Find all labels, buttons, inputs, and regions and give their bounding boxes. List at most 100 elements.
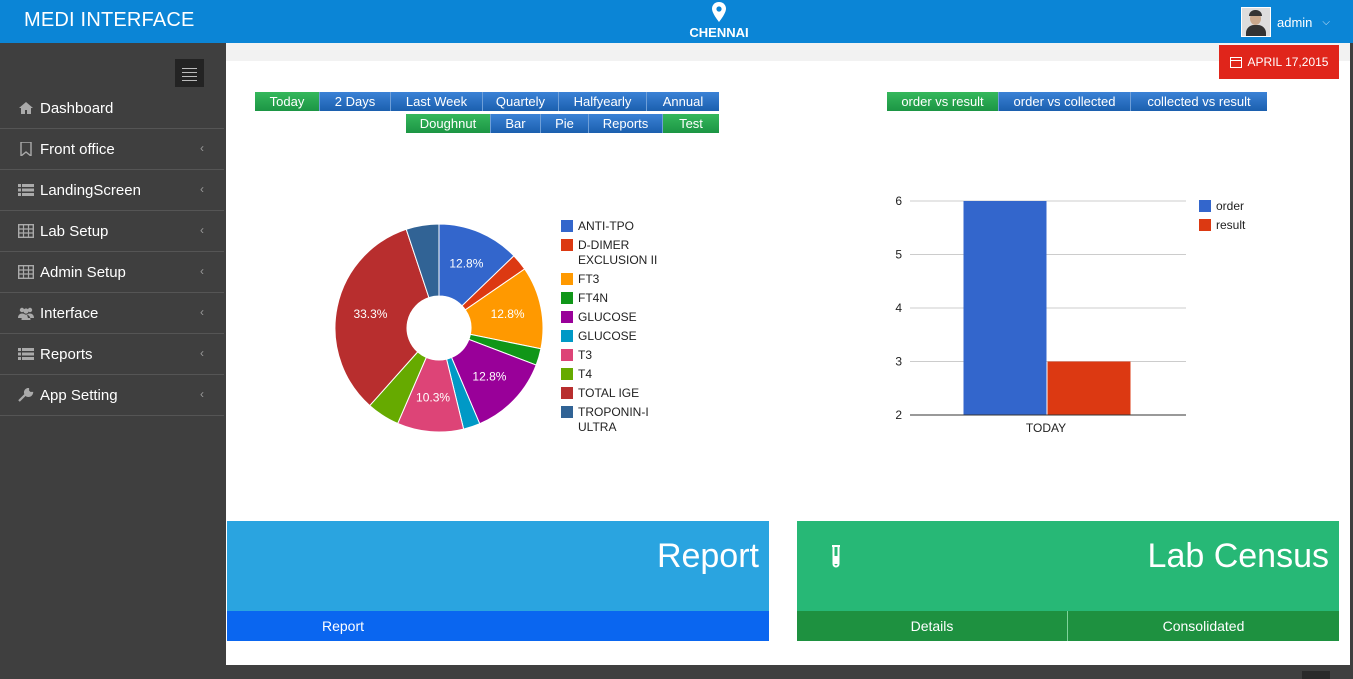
list-icon [18,348,34,360]
sidebar-item-label: Reports [40,345,93,363]
order-vs-collected-button[interactable]: order vs collected [999,92,1131,111]
sidebar-item-app-setting[interactable]: App Setting ‹ [0,375,224,416]
collected-vs-result-button[interactable]: collected vs result [1131,92,1267,111]
sidebar-item-label: Dashboard [40,99,114,117]
list-icon [18,184,34,196]
period-last-week-button[interactable]: Last Week [391,92,483,111]
legend-label: T4 [578,367,593,381]
date-text: APRIL 17,2015 [1247,55,1329,69]
slice-label: 33.3% [353,307,387,321]
calendar-icon [1229,56,1242,68]
user-menu[interactable]: admin ⌵ [1241,7,1330,37]
chevron-left-icon: ‹ [200,141,204,155]
map-pin-icon [712,2,726,22]
legend-label: result [1216,218,1246,232]
bookmark-icon [20,142,32,156]
chart-type-buttons: Doughnut Bar Pie Reports Test [406,114,719,133]
chart-bar-button[interactable]: Bar [491,114,541,133]
location-name: CHENNAI [689,25,749,40]
sidebar-nav: Dashboard Front office ‹ LandingScreen ‹… [0,88,224,416]
sidebar-item-lab-setup[interactable]: Lab Setup ‹ [0,211,224,252]
legend-swatch [1199,219,1211,231]
chevron-left-icon: ‹ [200,305,204,319]
slice-label: 12.8% [491,307,525,321]
sidebar-item-front-office[interactable]: Front office ‹ [0,129,224,170]
consolidated-link[interactable]: Consolidated [1068,611,1339,641]
menu-toggle-icon[interactable] [175,59,204,87]
chart-test-button[interactable]: Test [663,114,719,133]
avatar [1241,7,1271,37]
chart-doughnut-button[interactable]: Doughnut [406,114,491,133]
legend-label: GLUCOSE [578,310,637,324]
legend-label: TROPONIN-I ULTRA [578,405,649,434]
bar-chart: 2 3 4 5 6 TODAY [895,194,1186,435]
legend-swatch [561,273,573,285]
lab-census-title: Lab Census [1147,537,1329,575]
sidebar-item-label: Front office [40,140,115,158]
date-badge: APRIL 17,2015 [1219,45,1339,79]
top-bar: MEDI INTERFACE CHENNAI admin ⌵ [0,0,1353,43]
legend-label: D-DIMER EXCLUSION II [578,238,658,267]
slice-label: 12.8% [472,370,506,384]
sidebar-item-dashboard[interactable]: Dashboard [0,88,224,129]
period-annual-button[interactable]: Annual [647,92,719,111]
report-link[interactable]: Report [227,611,769,641]
chevron-left-icon: ‹ [200,182,204,196]
doughnut-legend: ANTI-TPO D-DIMER EXCLUSION II FT3 FT4N GLUCO… [561,219,701,449]
legend-label: T3 [578,348,593,362]
order-vs-result-button[interactable]: order vs result [887,92,999,111]
chevron-down-icon: ⌵ [1322,16,1331,28]
legend-label: GLUCOSE [578,329,637,343]
legend-label: ANTI-TPO [578,219,634,233]
sidebar-item-reports[interactable]: Reports ‹ [0,334,224,375]
legend-swatch [561,368,573,380]
period-today-button[interactable]: Today [255,92,320,111]
period-quarterly-button[interactable]: Quartely [483,92,559,111]
compare-buttons: order vs result order vs collected colle… [887,92,1267,111]
legend-swatch [561,349,573,361]
period-halfyearly-button[interactable]: Halfyearly [559,92,647,111]
users-icon [18,307,34,320]
sidebar-item-label: Admin Setup [40,263,126,281]
bar-result[interactable] [1047,361,1131,416]
report-tile: Report Report [227,521,769,641]
bar-order[interactable] [963,201,1047,415]
location-indicator: CHENNAI [660,2,778,40]
legend-label: FT3 [578,272,600,286]
legend-label: TOTAL IGE [578,386,640,400]
slice-label: 12.8% [449,257,483,271]
wrench-icon [18,388,34,402]
bar-legend: order result [1199,199,1299,239]
table-icon [18,265,34,279]
period-2days-button[interactable]: 2 Days [320,92,391,111]
y-tick-label: 2 [895,408,902,422]
legend-swatch [561,406,573,418]
lab-census-tile: Lab Census Details Consolidated [797,521,1339,641]
chart-reports-button[interactable]: Reports [589,114,663,133]
test-tube-icon [832,545,840,568]
y-tick-label: 3 [895,355,902,369]
legend-label: order [1216,199,1245,213]
legend-swatch [561,387,573,399]
legend-swatch [561,330,573,342]
sidebar: Dashboard Front office ‹ LandingScreen ‹… [0,43,224,679]
legend-swatch [561,220,573,232]
sidebar-item-label: LandingScreen [40,181,141,199]
chart-pie-button[interactable]: Pie [541,114,589,133]
x-category-label: TODAY [1026,421,1066,435]
legend-swatch [561,239,573,251]
y-tick-label: 6 [895,194,902,208]
details-link[interactable]: Details [797,611,1068,641]
sidebar-item-admin-setup[interactable]: Admin Setup ‹ [0,252,224,293]
sidebar-item-interface[interactable]: Interface ‹ [0,293,224,334]
sidebar-item-landingscreen[interactable]: LandingScreen ‹ [0,170,224,211]
slice-label: 10.3% [416,391,450,405]
app-brand[interactable]: MEDI INTERFACE [24,9,195,32]
legend-swatch [561,292,573,304]
report-tile-title: Report [656,537,759,575]
chevron-left-icon: ‹ [200,264,204,278]
legend-swatch [1199,200,1211,212]
y-tick-label: 4 [895,301,902,315]
sidebar-item-label: Lab Setup [40,222,109,240]
scroll-handle[interactable] [1302,671,1330,679]
